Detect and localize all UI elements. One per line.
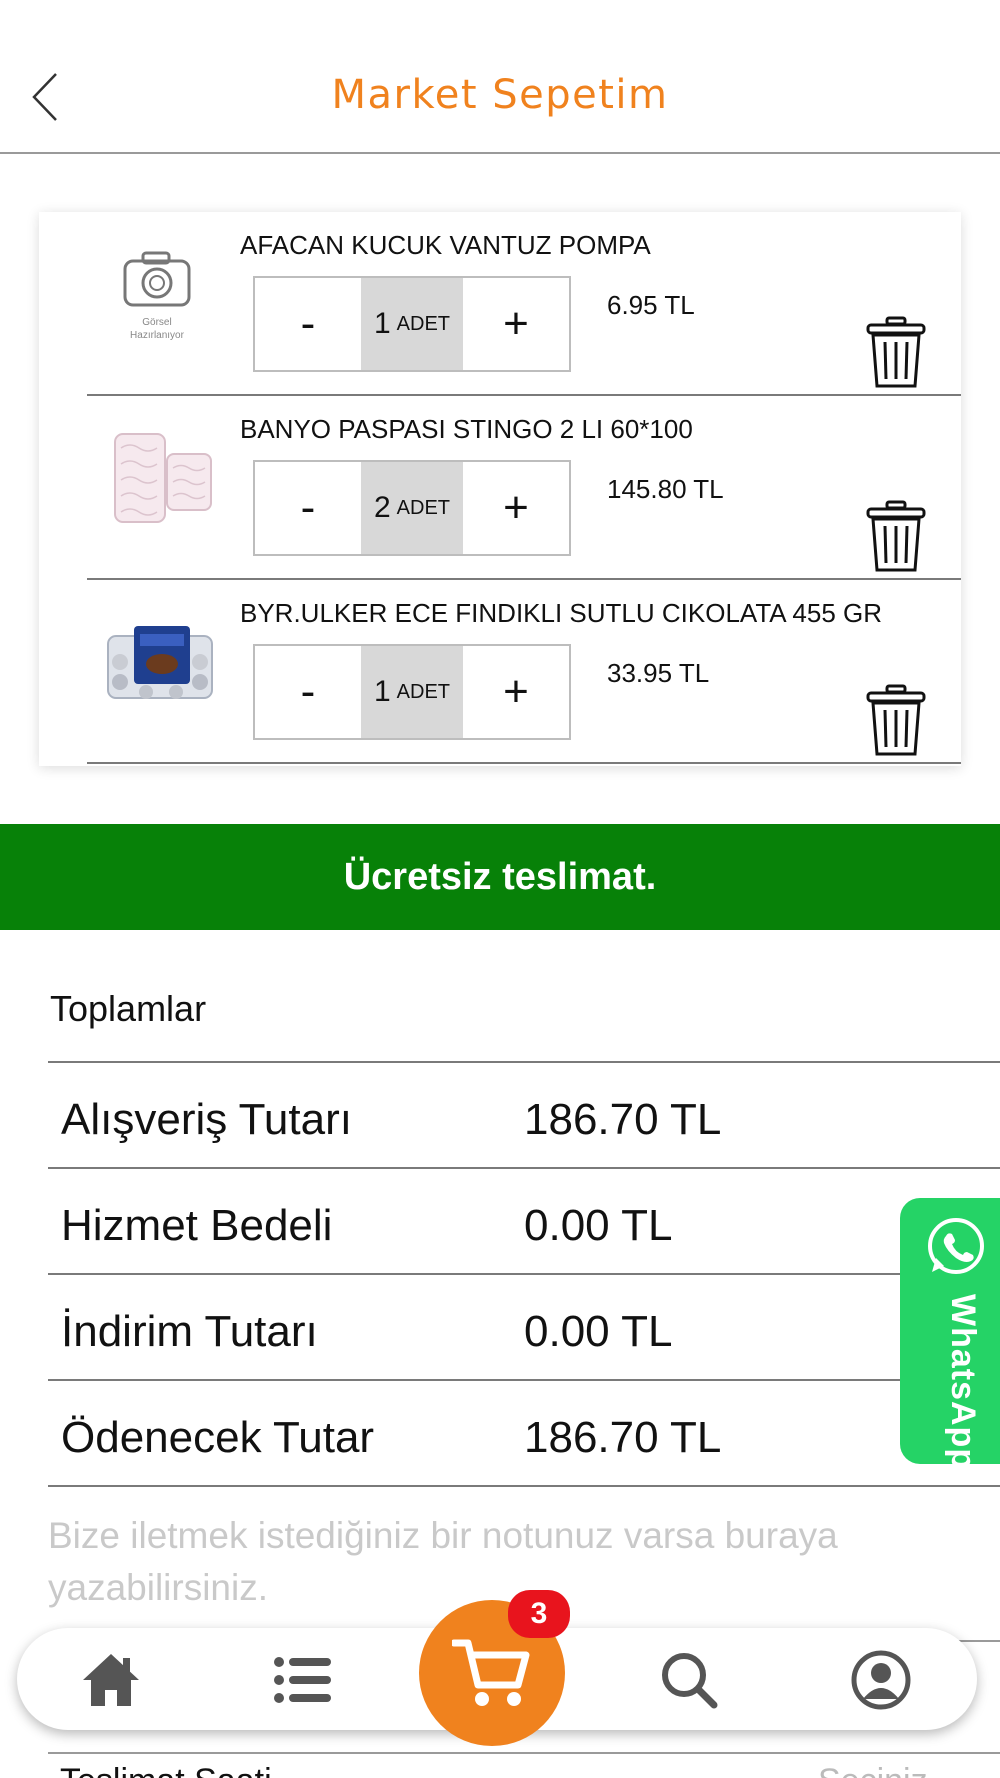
cart-item: Görsel Hazırlanıyor AFACAN KUCUK VANTUZ … (39, 212, 961, 396)
remove-item-button[interactable] (865, 684, 927, 758)
trash-icon (866, 500, 926, 572)
product-name: AFACAN KUCUK VANTUZ POMPA (240, 230, 651, 260)
total-value: 0.00 TL (524, 1307, 673, 1356)
quantity-display: 1 ADET (361, 278, 463, 370)
total-label: Ödenecek Tutar (61, 1413, 375, 1462)
nav-search[interactable] (659, 1650, 719, 1710)
product-name: BYR.ULKER ECE FINDIKLI SUTLU CIKOLATA 45… (240, 598, 883, 628)
delivery-time-select[interactable]: Seçiniz (818, 1762, 928, 1778)
remove-item-button[interactable] (865, 316, 927, 390)
quantity-display: 2 ADET (361, 462, 463, 554)
product-price: 145.80 TL (607, 474, 724, 504)
cart-item: BYR.ULKER ECE FINDIKLI SUTLU CIKOLATA 45… (39, 580, 961, 764)
quantity-unit: ADET (396, 496, 451, 519)
whatsapp-icon (928, 1218, 984, 1274)
total-row-payable: Ödenecek Tutar 186.70 TL (48, 1381, 1000, 1487)
delivery-time-label: Teslimat Saati (60, 1762, 272, 1778)
decrease-quantity-button[interactable]: - (255, 462, 361, 554)
trash-icon (866, 316, 926, 388)
quantity-stepper: - 1 ADET + (253, 644, 571, 740)
cart-count-badge: 3 (508, 1590, 570, 1638)
quantity-unit: ADET (396, 680, 451, 703)
product-price: 33.95 TL (607, 658, 710, 688)
free-delivery-banner: Ücretsiz teslimat. (0, 824, 1000, 930)
increase-quantity-button[interactable]: + (463, 646, 569, 738)
search-icon (662, 1653, 718, 1709)
chocolate-box-image (107, 626, 213, 699)
total-label: İndirim Tutarı (61, 1307, 318, 1356)
product-image (95, 602, 225, 722)
product-name: BANYO PASPASI STINGO 2 LI 60*100 (240, 414, 693, 444)
order-note-input[interactable]: Bize iletmek istediğiniz bir notunuz var… (48, 1510, 948, 1614)
product-image-placeholder: Görsel Hazırlanıyor (95, 234, 225, 354)
cart-list: Görsel Hazırlanıyor AFACAN KUCUK VANTUZ … (39, 212, 961, 766)
home-icon (83, 1654, 139, 1706)
total-value: 186.70 TL (524, 1095, 722, 1144)
total-label: Alışveriş Tutarı (61, 1095, 352, 1144)
total-row-discount: İndirim Tutarı 0.00 TL (48, 1275, 1000, 1381)
cart-icon (452, 1639, 530, 1706)
list-icon (274, 1657, 331, 1703)
svg-text:Hazırlanıyor: Hazırlanıyor (130, 330, 185, 341)
total-value: 0.00 TL (524, 1201, 673, 1250)
header: Market Sepetim (0, 0, 1000, 154)
increase-quantity-button[interactable]: + (463, 462, 569, 554)
total-value: 186.70 TL (524, 1413, 722, 1462)
decrease-quantity-button[interactable]: - (255, 278, 361, 370)
page-title: Market Sepetim (331, 72, 669, 118)
total-label: Hizmet Bedeli (61, 1201, 333, 1250)
nav-account[interactable] (851, 1650, 911, 1710)
quantity-value: 2 (373, 491, 391, 524)
totals-heading: Toplamlar (50, 988, 207, 1029)
product-price: 6.95 TL (607, 290, 695, 320)
free-delivery-text: Ücretsiz teslimat. (343, 855, 657, 898)
nav-categories[interactable] (273, 1650, 333, 1710)
nav-home[interactable] (81, 1650, 141, 1710)
increase-quantity-button[interactable]: + (463, 278, 569, 370)
camera-icon: Görsel Hazırlanıyor (123, 251, 191, 341)
product-image (95, 418, 225, 538)
quantity-stepper: - 1 ADET + (253, 276, 571, 372)
total-row-shopping-amount: Alışveriş Tutarı 186.70 TL (48, 1063, 1000, 1169)
quantity-value: 1 (373, 675, 391, 708)
quantity-stepper: - 2 ADET + (253, 460, 571, 556)
cart-item: BANYO PASPASI STINGO 2 LI 60*100 - 2 ADE… (39, 396, 961, 580)
trash-icon (866, 684, 926, 756)
quantity-value: 1 (373, 307, 391, 340)
whatsapp-label: WhatsApp (944, 1294, 982, 1471)
decrease-quantity-button[interactable]: - (255, 646, 361, 738)
quantity-unit: ADET (396, 312, 451, 335)
quantity-display: 1 ADET (361, 646, 463, 738)
total-row-service-fee: Hizmet Bedeli 0.00 TL (48, 1169, 1000, 1275)
svg-text:Görsel: Görsel (142, 317, 171, 328)
user-icon (851, 1650, 911, 1710)
bath-mat-image (114, 433, 212, 523)
remove-item-button[interactable] (865, 500, 927, 574)
whatsapp-button[interactable]: WhatsApp (900, 1198, 1000, 1471)
